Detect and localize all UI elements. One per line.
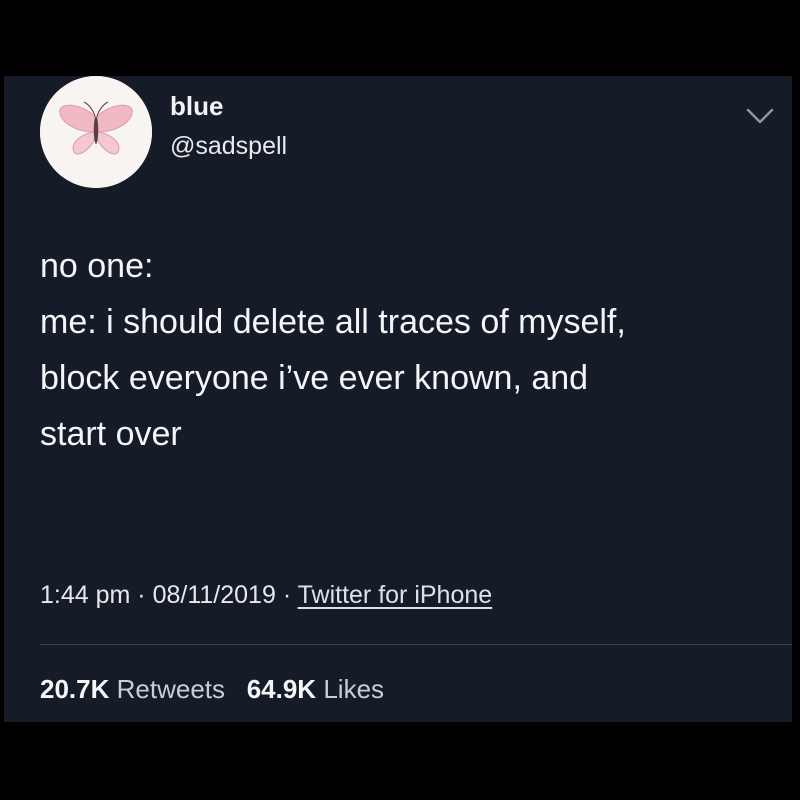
tweet-time: 1:44 pm	[40, 581, 131, 609]
tweet-meta: 1:44 pm · 08/11/2019 · Twitter for iPhon…	[40, 578, 492, 612]
tweet-line: block everyone i’ve ever known, and	[40, 359, 589, 397]
tweet-line: me: i should delete all traces of myself…	[40, 303, 626, 341]
butterfly-icon	[40, 76, 152, 188]
meta-separator: ·	[282, 581, 292, 609]
tweet-card: blue @sadspell no one: me: i should dele…	[4, 76, 792, 722]
tweet-stats: 20.7K Retweets 64.9K Likes	[40, 672, 384, 706]
display-name[interactable]: blue	[170, 91, 223, 121]
tweet-line: no one:	[40, 247, 154, 285]
meta-separator: ·	[137, 581, 146, 609]
tweet-text: no one: me: i should delete all traces o…	[40, 238, 780, 462]
tweet-source-link[interactable]: Twitter for iPhone	[298, 581, 493, 609]
likes-label: Likes	[323, 674, 385, 704]
retweets-label: Retweets	[116, 674, 226, 704]
tweet-date: 08/11/2019	[152, 581, 276, 609]
likes-count: 64.9K	[246, 674, 317, 704]
user-handle[interactable]: @sadspell	[170, 131, 287, 161]
chevron-down-icon[interactable]	[742, 102, 778, 130]
screenshot-frame: blue @sadspell no one: me: i should dele…	[0, 0, 800, 800]
tweet-line: start over	[40, 415, 182, 453]
avatar[interactable]	[40, 76, 152, 188]
retweets-count: 20.7K	[40, 674, 110, 704]
likes-stat[interactable]: 64.9K Likes	[247, 674, 384, 704]
divider	[40, 644, 792, 645]
retweets-stat[interactable]: 20.7K Retweets	[40, 674, 232, 704]
